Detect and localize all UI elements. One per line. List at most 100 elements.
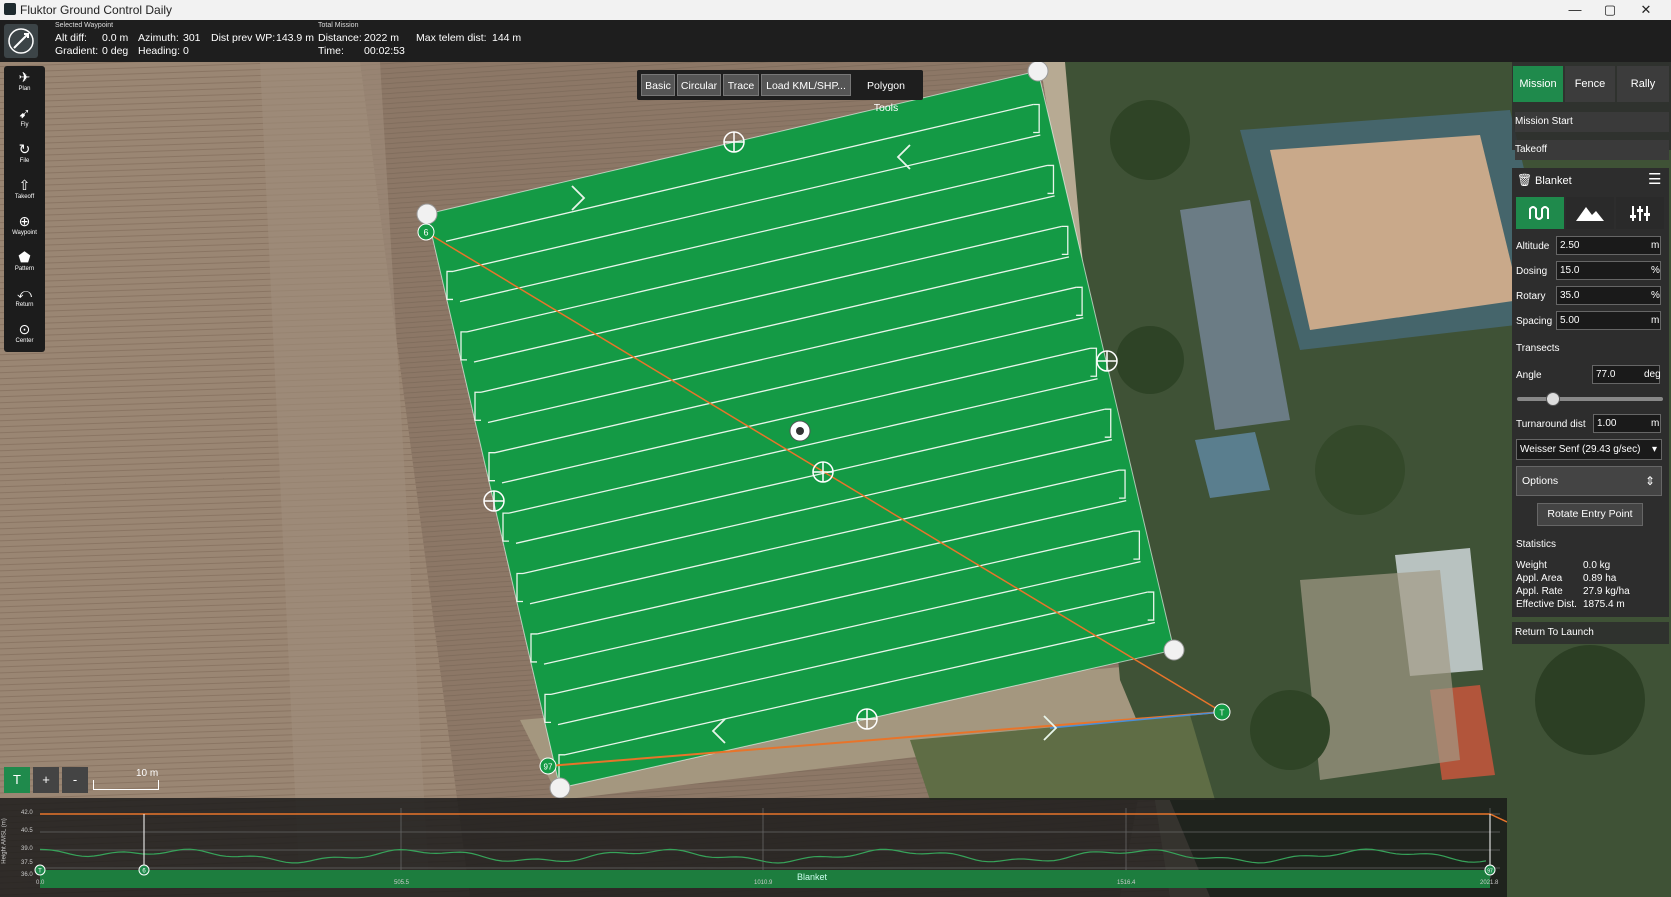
file-button[interactable]: ↻ File [4, 140, 45, 176]
rotate-entry-point-button[interactable]: Rotate Entry Point [1537, 503, 1643, 526]
distance-value: 2022 m [364, 32, 400, 44]
polygon-center-drag-icon[interactable] [789, 420, 811, 442]
mission-start-item[interactable]: Mission Start [1515, 112, 1669, 132]
time-label: Time: [318, 45, 344, 57]
maximize-button[interactable]: ▢ [1595, 1, 1625, 19]
polygon-vertex-sw[interactable] [549, 777, 571, 799]
pattern-button[interactable]: ⬟ Pattern [4, 248, 45, 284]
load-kml-button[interactable]: Load KML/SHP... [761, 74, 851, 96]
tree [1110, 100, 1190, 180]
x-tick: 505.5 [394, 880, 410, 886]
dosing-input[interactable]: 15.0 [1556, 261, 1661, 280]
close-button[interactable]: ✕ [1631, 1, 1661, 19]
plan-button[interactable]: ✈ Plan [4, 68, 45, 104]
y-tick: 37.5 [21, 860, 33, 866]
add-vertex-east[interactable] [1096, 350, 1118, 372]
center-icon: ⊙ [18, 321, 31, 337]
hamburger-menu-icon[interactable]: ☰ [1648, 170, 1661, 188]
heading-label: Heading: [138, 45, 181, 57]
azimuth-value: 301 [183, 32, 201, 44]
basic-button[interactable]: Basic [641, 74, 675, 96]
spray-mode-button[interactable] [1516, 197, 1564, 229]
statistics-label: Statistics [1516, 539, 1557, 550]
weight-value: 0.0 kg [1583, 560, 1611, 571]
tree [1315, 425, 1405, 515]
plan-toolbar: ✈ Plan ➹ Fly ↻ File ⇧ Takeoff ⊕ Waypoint… [4, 66, 45, 352]
weight-label: Weight [1516, 560, 1547, 571]
takeoff-item[interactable]: Takeoff [1515, 140, 1669, 160]
app-logo-button[interactable] [4, 24, 38, 58]
polygon-vertex-ne[interactable] [1027, 62, 1049, 82]
pattern-label: Pattern [14, 266, 35, 272]
return-icon: ⤺ [17, 285, 32, 301]
scale-bar [93, 780, 159, 790]
gradient-label: Gradient: [55, 45, 99, 57]
settings-mode-button[interactable] [1616, 197, 1664, 229]
angle-slider-track[interactable] [1517, 397, 1663, 401]
home-launch-marker[interactable]: T [1213, 703, 1231, 721]
angle-slider-handle[interactable] [1546, 392, 1560, 406]
product-select[interactable]: Weisser Senf (29.43 g/sec) ▾ [1516, 439, 1662, 460]
sliders-icon [1630, 206, 1650, 221]
tab-fence[interactable]: Fence [1565, 66, 1615, 102]
waypoint-button[interactable]: ⊕ Waypoint [4, 212, 45, 248]
sync-icon: ↻ [18, 141, 31, 157]
map-view[interactable]: 6 97 T [0, 62, 1671, 897]
chevron-down-icon: ▾ [1651, 444, 1657, 455]
add-vertex-south[interactable] [856, 708, 878, 730]
x-tick: 1010.9 [754, 880, 773, 886]
total-mission-header: Total Mission [318, 22, 359, 29]
terrain-mode-button[interactable] [1566, 197, 1614, 229]
time-value: 00:02:53 [364, 45, 405, 57]
return-label: Return [15, 302, 34, 308]
add-vertex-west[interactable] [483, 490, 505, 512]
fly-button[interactable]: ➹ Fly [4, 104, 45, 140]
svg-text:97: 97 [544, 763, 553, 772]
x-tick: 2021.8 [1480, 880, 1499, 886]
takeoff-toggle-button[interactable]: T [4, 767, 30, 793]
app-icon [4, 3, 16, 15]
tab-mission[interactable]: Mission [1513, 66, 1563, 102]
add-vertex-north[interactable] [723, 131, 745, 153]
polygon-vertex-se[interactable] [1163, 639, 1185, 661]
plan-label: Plan [18, 86, 31, 92]
fly-icon: ➹ [18, 105, 31, 121]
y-tick: 40.5 [21, 828, 33, 834]
pattern-icon: ⬟ [18, 249, 31, 265]
return-button[interactable]: ⤺ Return [4, 284, 45, 320]
spacing-input[interactable]: 5.00 [1556, 311, 1661, 330]
y-tick: 36.0 [21, 872, 33, 878]
polygon-vertex-nw[interactable] [416, 203, 438, 225]
waypoint-label: Waypoint [12, 230, 37, 236]
options-dropdown[interactable]: Options ⇕ [1516, 466, 1662, 496]
waypoint-first-marker[interactable]: 6 [417, 223, 435, 241]
tab-rally[interactable]: Rally [1617, 66, 1669, 102]
waypoint-last-marker[interactable]: 97 [539, 757, 557, 775]
svg-text:97: 97 [1487, 869, 1493, 875]
polygon-tools-button[interactable]: Polygon Tools [853, 74, 919, 114]
elevation-profile-panel[interactable]: T 6 97 Height AMSL (m) 42.0 40.5 39.0 37… [0, 798, 1507, 897]
center-label: Center [15, 338, 34, 344]
trash-icon[interactable]: 🗑 [1517, 173, 1532, 187]
trace-button[interactable]: Trace [723, 74, 759, 96]
map-canvas: 6 97 T [0, 62, 1671, 897]
circular-button[interactable]: Circular [677, 74, 721, 96]
selected-waypoint-header: Selected Waypoint [55, 22, 114, 29]
zoom-in-button[interactable]: + [33, 767, 59, 793]
flight-altitude-line [40, 813, 1507, 823]
max-telem-value: 144 m [492, 32, 522, 44]
takeoff-button[interactable]: ⇧ Takeoff [4, 176, 45, 212]
tree [1535, 645, 1645, 755]
heading-value: 0 [183, 45, 189, 57]
zoom-out-button[interactable]: - [62, 767, 88, 793]
scale-label: 10 m [136, 768, 159, 779]
center-button[interactable]: ⊙ Center [4, 320, 45, 356]
add-vertex-center[interactable] [812, 461, 834, 483]
rotary-label: Rotary [1516, 291, 1546, 302]
y-axis-label: Height AMSL (m) [1, 818, 8, 864]
minimize-button[interactable]: — [1560, 1, 1590, 19]
window-title: Fluktor Ground Control Daily [20, 3, 173, 17]
return-to-launch-item[interactable]: Return To Launch [1512, 622, 1669, 644]
rotary-input[interactable]: 35.0 [1556, 286, 1661, 305]
altitude-input[interactable]: 2.50 [1556, 236, 1661, 255]
